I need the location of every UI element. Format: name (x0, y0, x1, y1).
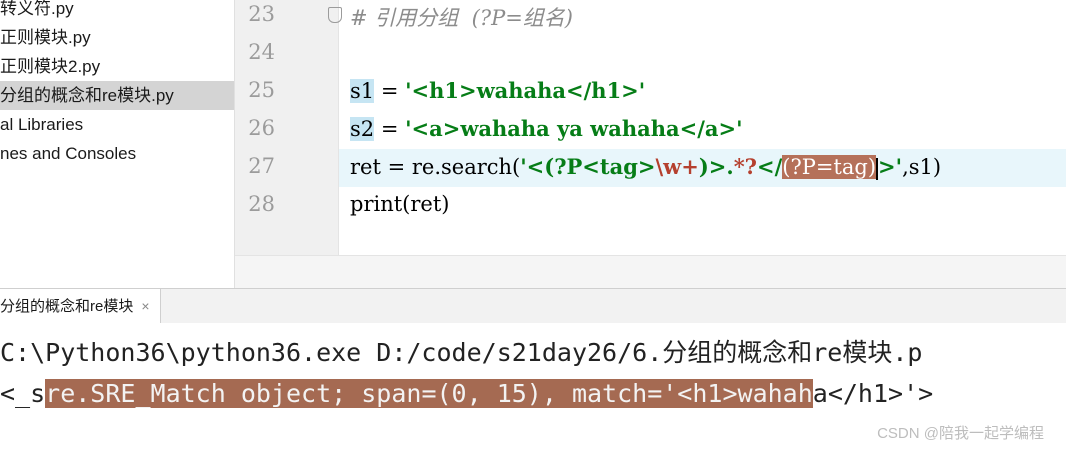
string-literal: '<h1>wahaha</h1>' (405, 78, 646, 103)
code-editor[interactable]: 23 24 25 26 27 28 # 引用分组 (?P=组名) s1 = '<… (235, 0, 1066, 289)
regex-part: )>. (698, 154, 734, 179)
watermark: CSDN @陪我一起学编程 (877, 425, 1044, 442)
console-output-highlight: re.SRE_Match object; span=(0, 15), match… (45, 379, 813, 408)
variable-s2: s2 (350, 117, 375, 141)
editor-bottom-area (235, 255, 1066, 289)
console-output-prefix: <_s (0, 379, 46, 408)
regex-part: </ (756, 154, 783, 179)
tree-item-scratches-consoles[interactable]: nes and Consoles (0, 139, 136, 168)
console-output-suffix: a</h1>'> (812, 379, 934, 408)
code-op: = (374, 117, 406, 141)
code-call: ret = re.search( (350, 155, 521, 179)
regex-quantifier: *? (733, 154, 757, 179)
line-number: 23 (248, 2, 275, 26)
code-comment-line: # 引用分组 (?P=组名) (350, 6, 573, 30)
code-line-s1: s1 = '<h1>wahaha</h1>' (350, 78, 645, 103)
tree-item-external-libraries[interactable]: al Libraries (0, 110, 83, 139)
close-icon[interactable]: × (141, 298, 149, 314)
line-number: 25 (248, 78, 275, 102)
line-number: 28 (248, 192, 275, 216)
run-tab-label: 分组的概念和re模块 (0, 298, 134, 315)
console-command-line: C:\Python36\python36.exe D:/code/s21day2… (0, 338, 923, 367)
run-tab[interactable]: 分组的概念和re模块 × (0, 289, 161, 323)
code-op: = (374, 79, 406, 103)
tree-item-file[interactable]: 正则模块.py (0, 23, 91, 52)
variable-s1: s1 (350, 79, 375, 103)
fold-marker-icon[interactable] (328, 7, 342, 23)
tree-item-file[interactable]: 正则模块2.py (0, 52, 100, 81)
project-tree-panel: 转义符.py 正则模块.py 正则模块2.py 分组的概念和re模块.py al… (0, 0, 235, 288)
regex-part: >' (878, 154, 903, 179)
code-line-ret: ret = re.search('<(?P<tag>\w+)>.*?</(?P=… (350, 154, 941, 180)
regex-part: '<(?P<tag> (520, 154, 656, 179)
tree-item-file-selected[interactable]: 分组的概念和re模块.py (0, 81, 234, 110)
string-literal: '<a>wahaha ya wahaha</a>' (405, 116, 743, 141)
regex-escape: \w+ (655, 154, 699, 179)
code-line-print: print(ret) (350, 192, 450, 216)
tree-item-file[interactable]: 转义符.py (0, 0, 74, 23)
code-line-s2: s2 = '<a>wahaha ya wahaha</a>' (350, 116, 743, 141)
run-console[interactable]: C:\Python36\python36.exe D:/code/s21day2… (0, 323, 1066, 451)
line-number: 24 (248, 40, 275, 64)
line-number: 27 (248, 154, 275, 178)
console-output-line: <_sre.SRE_Match object; span=(0, 15), ma… (0, 379, 933, 408)
regex-group-reference: (?P=tag) (782, 155, 877, 179)
run-tab-bar: 分组的概念和re模块 × (0, 288, 1066, 324)
line-number: 26 (248, 116, 275, 140)
code-args: ,s1) (902, 155, 942, 179)
